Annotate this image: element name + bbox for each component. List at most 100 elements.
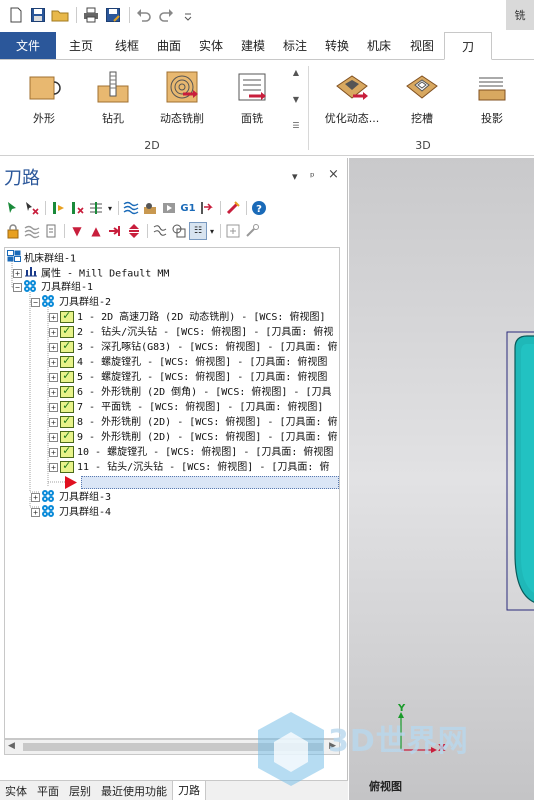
tree-operation-9[interactable]: +9 - 外形铣削 (2D) - [WCS: 俯视图] - [刀具面: 俯 — [49, 428, 338, 445]
regenerate-dirty-icon[interactable] — [68, 199, 86, 217]
expand-toggle[interactable]: + — [49, 417, 58, 427]
expand-toggle[interactable]: + — [49, 387, 58, 397]
project-button[interactable]: 投影 — [462, 70, 522, 126]
panel-menu-icon[interactable]: ▾ — [292, 170, 298, 183]
expand-toggle[interactable]: + — [49, 312, 58, 322]
display-selected-icon[interactable] — [170, 222, 188, 240]
tab-view[interactable]: 视图 — [400, 32, 444, 59]
tab-file[interactable]: 文件 — [0, 32, 56, 59]
scroll-to-insert-icon[interactable] — [125, 222, 143, 240]
select-all-icon[interactable] — [4, 199, 22, 217]
pocket-button[interactable]: 挖槽 — [392, 70, 452, 126]
tree-subgroup[interactable]: − 刀具群组-2 — [31, 295, 111, 310]
toggle-post-icon[interactable] — [42, 222, 60, 240]
tab-levels-manager[interactable]: 层别 — [64, 783, 96, 799]
verify-icon[interactable] — [141, 199, 159, 217]
toggle-display-icon[interactable] — [87, 199, 105, 217]
tree-operation-6[interactable]: +6 - 外形铣削 (2D 倒角) - [WCS: 俯视图] - [刀具 — [49, 383, 332, 400]
tree-properties[interactable]: + 属性 - Mill Default MM — [13, 265, 169, 280]
save-icon[interactable] — [28, 5, 48, 25]
insert-arrow-row[interactable] — [63, 475, 339, 490]
tree-operation-2[interactable]: +2 - 钻头/沉头钻 - [WCS: 俯视图] - [刀具面: 俯视 — [49, 323, 333, 340]
tree-group-3[interactable]: + 刀具群组-3 — [31, 490, 111, 505]
graphics-viewport[interactable]: Y X 俯视图 — [349, 158, 534, 800]
dynamic-mill-button[interactable]: 动态铣削 — [152, 70, 212, 126]
expand-toggle[interactable]: + — [31, 492, 40, 502]
tab-solids[interactable]: 实体 — [190, 32, 232, 59]
expand-toggle[interactable]: + — [31, 507, 40, 517]
tab-recent-functions[interactable]: 最近使用功能 — [96, 783, 172, 799]
tree-operation-3[interactable]: +3 - 深孔啄钻(G83) - [WCS: 俯视图] - [刀具面: 俯 — [49, 338, 338, 355]
tab-wireframe[interactable]: 线框 — [106, 32, 148, 59]
tree-operation-4[interactable]: +4 - 螺旋镗孔 - [WCS: 俯视图] - [刀具面: 俯视图 — [49, 353, 327, 370]
tree-operation-7[interactable]: +7 - 平面铣 - [WCS: 俯视图] - [刀具面: 俯视图] — [49, 398, 323, 415]
tree-group-4[interactable]: + 刀具群组-4 — [31, 505, 111, 520]
save-as-icon[interactable] — [103, 5, 123, 25]
tree-operation-5[interactable]: +5 - 螺旋镗孔 - [WCS: 俯视图] - [刀具面: 俯视图 — [49, 368, 327, 385]
move-down-icon[interactable]: ▼ — [68, 222, 86, 240]
expand-toggle[interactable]: + — [49, 432, 58, 442]
tab-toolpaths-manager[interactable]: 刀路 — [172, 780, 206, 800]
expand-all-icon[interactable] — [224, 222, 242, 240]
simulator-icon[interactable] — [160, 199, 178, 217]
expand-toggle[interactable]: + — [49, 402, 58, 412]
scroll-up-icon[interactable]: ▲ — [293, 68, 299, 77]
expand-toggle[interactable]: + — [49, 447, 58, 457]
undo-icon[interactable] — [134, 5, 154, 25]
expand-icon[interactable]: ☰ — [292, 121, 299, 130]
optirough-button[interactable]: 优化动态... — [318, 70, 386, 126]
collapse-toggle[interactable]: − — [13, 282, 22, 292]
dropdown-arrow-icon[interactable]: ▾ — [106, 199, 114, 217]
tree-operation-8[interactable]: +8 - 外形铣削 (2D) - [WCS: 俯视图] - [刀具面: 俯 — [49, 413, 338, 430]
lock-icon[interactable] — [4, 222, 22, 240]
post-icon[interactable] — [198, 199, 216, 217]
drill-button[interactable]: 钻孔 — [83, 70, 143, 126]
tree-operation-1[interactable]: +1 - 2D 高速刀路 (2D 动态铣削) - [WCS: 俯视图] — [49, 308, 325, 325]
tab-surfaces[interactable]: 曲面 — [148, 32, 190, 59]
redo-icon[interactable] — [156, 5, 176, 25]
scrollbar-thumb[interactable] — [23, 743, 323, 751]
close-icon[interactable]: × — [328, 167, 339, 182]
toolpath-settings-icon[interactable] — [243, 222, 261, 240]
tree-toolpath-group[interactable]: − 刀具群组-1 — [13, 280, 93, 295]
tree-machine-group[interactable]: 机床群组-1 — [7, 250, 76, 265]
tab-toolpaths[interactable]: 刀 — [444, 32, 492, 60]
print-icon[interactable] — [81, 5, 101, 25]
expand-toggle[interactable]: + — [49, 327, 58, 337]
scroll-left-icon[interactable]: ◀ — [8, 741, 15, 751]
collapse-toggle[interactable]: − — [31, 297, 40, 307]
tab-model-prep[interactable]: 建模 — [232, 32, 274, 59]
tab-planes-manager[interactable]: 平面 — [32, 783, 64, 799]
customize-icon[interactable] — [178, 5, 198, 25]
toggle-toolpath-display-icon[interactable] — [23, 222, 41, 240]
tab-drafting[interactable]: 标注 — [274, 32, 316, 59]
tab-home[interactable]: 主页 — [56, 32, 106, 59]
tab-machine[interactable]: 机床 — [358, 32, 400, 59]
wavy-arrow-icon[interactable] — [151, 222, 169, 240]
backplot-icon[interactable] — [122, 199, 140, 217]
ribbon-gallery-scroller[interactable]: ▲ ▼ ☰ — [290, 68, 302, 130]
expand-toggle[interactable]: + — [13, 269, 22, 278]
expand-toggle[interactable]: + — [49, 462, 58, 472]
expand-toggle[interactable]: + — [49, 372, 58, 382]
deselect-icon[interactable] — [23, 199, 41, 217]
tool-manager-icon[interactable] — [224, 199, 242, 217]
tab-transform[interactable]: 转换 — [316, 32, 358, 59]
regenerate-selected-icon[interactable] — [49, 199, 67, 217]
move-up-icon[interactable]: ▲ — [87, 222, 105, 240]
insert-arrow-icon[interactable] — [106, 222, 124, 240]
new-file-icon[interactable] — [6, 5, 26, 25]
scroll-down-icon[interactable]: ▼ — [293, 95, 299, 104]
scroll-right-icon[interactable]: ▶ — [329, 741, 336, 751]
help-icon[interactable]: ? — [250, 199, 268, 217]
pin-icon[interactable]: ᵖ — [310, 170, 315, 183]
horizontal-scrollbar[interactable]: ◀ ▶ — [4, 739, 340, 755]
tree-operation-10[interactable]: +10 - 螺旋镗孔 - [WCS: 俯视图] - [刀具面: 俯视图 — [49, 443, 333, 460]
context-tab[interactable]: 铣 — [506, 0, 534, 30]
display-options-icon[interactable]: ☷ — [189, 222, 207, 240]
contour-button[interactable]: 外形 — [14, 70, 74, 126]
face-mill-button[interactable]: 面铣 — [222, 70, 282, 126]
open-folder-icon[interactable] — [50, 5, 70, 25]
dropdown-arrow-icon[interactable]: ▾ — [208, 222, 216, 240]
g1-icon[interactable]: G1 — [179, 199, 197, 217]
